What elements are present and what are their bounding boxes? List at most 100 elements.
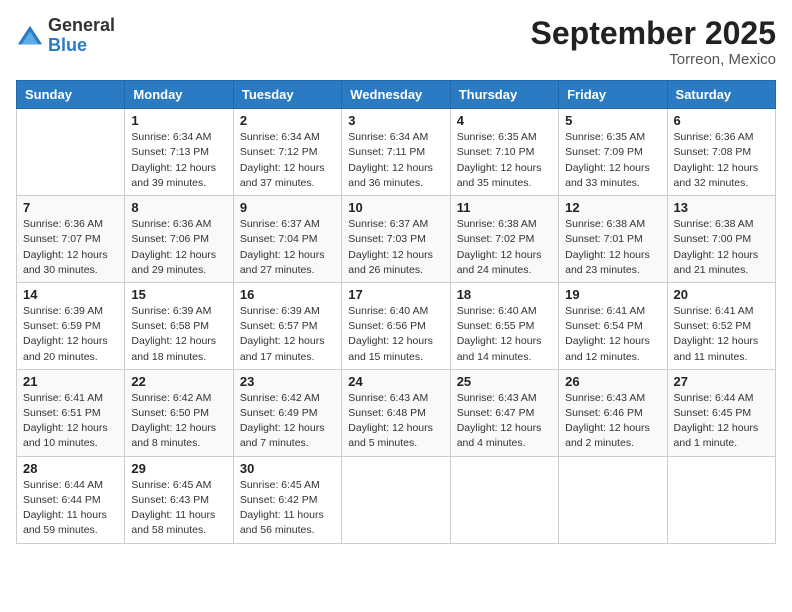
day-info: Sunrise: 6:43 AMSunset: 6:47 PMDaylight:… [457,391,552,452]
weekday-header-friday: Friday [559,81,667,109]
day-info: Sunrise: 6:34 AMSunset: 7:11 PMDaylight:… [348,130,443,191]
logo: General Blue [16,16,115,56]
day-cell: 27 Sunrise: 6:44 AMSunset: 6:45 PMDayligh… [667,369,775,456]
day-info: Sunrise: 6:39 AMSunset: 6:59 PMDaylight:… [23,304,118,365]
day-number: 25 [457,374,552,389]
day-number: 11 [457,200,552,215]
day-number: 10 [348,200,443,215]
day-cell [342,456,450,543]
day-number: 2 [240,113,335,128]
day-number: 16 [240,287,335,302]
weekday-header-sunday: Sunday [17,81,125,109]
day-cell: 22 Sunrise: 6:42 AMSunset: 6:50 PMDayligh… [125,369,233,456]
day-cell: 12Sunrise: 6:38 AMSunset: 7:01 PMDayligh… [559,196,667,283]
page-header: General Blue September 2025 Torreon, Mex… [16,16,776,68]
day-number: 6 [674,113,769,128]
calendar-table: SundayMondayTuesdayWednesdayThursdayFrid… [16,80,776,543]
day-cell [450,456,558,543]
day-number: 17 [348,287,443,302]
day-number: 22 [131,374,226,389]
day-info: Sunrise: 6:38 AMSunset: 7:01 PMDaylight:… [565,217,660,278]
day-cell: 6 Sunrise: 6:36 AMSunset: 7:08 PMDaylight… [667,109,775,196]
day-info: Sunrise: 6:42 AMSunset: 6:50 PMDaylight:… [131,391,226,452]
day-info: Sunrise: 6:37 AMSunset: 7:04 PMDaylight:… [240,217,335,278]
day-number: 3 [348,113,443,128]
day-info: Sunrise: 6:34 AMSunset: 7:12 PMDaylight:… [240,130,335,191]
day-info: Sunrise: 6:42 AMSunset: 6:49 PMDaylight:… [240,391,335,452]
day-info: Sunrise: 6:43 AMSunset: 6:48 PMDaylight:… [348,391,443,452]
day-info: Sunrise: 6:36 AMSunset: 7:08 PMDaylight:… [674,130,769,191]
day-info: Sunrise: 6:35 AMSunset: 7:09 PMDaylight:… [565,130,660,191]
day-number: 26 [565,374,660,389]
week-row-3: 14 Sunrise: 6:39 AMSunset: 6:59 PMDayligh… [17,282,776,369]
day-number: 7 [23,200,118,215]
weekday-header-saturday: Saturday [667,81,775,109]
day-info: Sunrise: 6:36 AMSunset: 7:06 PMDaylight:… [131,217,226,278]
day-number: 1 [131,113,226,128]
day-number: 29 [131,461,226,476]
day-number: 28 [23,461,118,476]
day-cell: 2 Sunrise: 6:34 AMSunset: 7:12 PMDaylight… [233,109,341,196]
day-cell [559,456,667,543]
day-info: Sunrise: 6:38 AMSunset: 7:02 PMDaylight:… [457,217,552,278]
day-info: Sunrise: 6:39 AMSunset: 6:58 PMDaylight:… [131,304,226,365]
logo-text: General Blue [48,16,115,56]
day-info: Sunrise: 6:41 AMSunset: 6:54 PMDaylight:… [565,304,660,365]
weekday-header-wednesday: Wednesday [342,81,450,109]
day-number: 27 [674,374,769,389]
day-cell: 13 Sunrise: 6:38 AMSunset: 7:00 PMDayligh… [667,196,775,283]
day-cell: 7 Sunrise: 6:36 AMSunset: 7:07 PMDaylight… [17,196,125,283]
day-cell: 9 Sunrise: 6:37 AMSunset: 7:04 PMDaylight… [233,196,341,283]
day-cell: 1 Sunrise: 6:34 AMSunset: 7:13 PMDaylight… [125,109,233,196]
day-cell: 11 Sunrise: 6:38 AMSunset: 7:02 PMDayligh… [450,196,558,283]
day-cell: 17 Sunrise: 6:40 AMSunset: 6:56 PMDayligh… [342,282,450,369]
day-info: Sunrise: 6:34 AMSunset: 7:13 PMDaylight:… [131,130,226,191]
day-cell: 24Sunrise: 6:43 AMSunset: 6:48 PMDayligh… [342,369,450,456]
logo-blue: Blue [48,36,115,56]
day-number: 4 [457,113,552,128]
day-cell: 5Sunrise: 6:35 AMSunset: 7:09 PMDaylight… [559,109,667,196]
day-info: Sunrise: 6:41 AMSunset: 6:51 PMDaylight:… [23,391,118,452]
day-number: 14 [23,287,118,302]
logo-general: General [48,16,115,36]
day-cell: 18 Sunrise: 6:40 AMSunset: 6:55 PMDayligh… [450,282,558,369]
day-info: Sunrise: 6:45 AMSunset: 6:43 PMDaylight:… [131,478,226,539]
day-number: 20 [674,287,769,302]
day-number: 13 [674,200,769,215]
day-info: Sunrise: 6:44 AMSunset: 6:44 PMDaylight:… [23,478,118,539]
day-cell: 19 Sunrise: 6:41 AMSunset: 6:54 PMDayligh… [559,282,667,369]
day-cell: 14 Sunrise: 6:39 AMSunset: 6:59 PMDayligh… [17,282,125,369]
day-cell: 30Sunrise: 6:45 AMSunset: 6:42 PMDayligh… [233,456,341,543]
day-info: Sunrise: 6:40 AMSunset: 6:56 PMDaylight:… [348,304,443,365]
day-cell: 26Sunrise: 6:43 AMSunset: 6:46 PMDayligh… [559,369,667,456]
day-number: 19 [565,287,660,302]
day-cell: 20 Sunrise: 6:41 AMSunset: 6:52 PMDayligh… [667,282,775,369]
day-cell: 16 Sunrise: 6:39 AMSunset: 6:57 PMDayligh… [233,282,341,369]
day-info: Sunrise: 6:36 AMSunset: 7:07 PMDaylight:… [23,217,118,278]
day-info: Sunrise: 6:41 AMSunset: 6:52 PMDaylight:… [674,304,769,365]
day-info: Sunrise: 6:44 AMSunset: 6:45 PMDaylight:… [674,391,769,452]
month-title: September 2025 [531,16,776,51]
day-cell: 29 Sunrise: 6:45 AMSunset: 6:43 PMDayligh… [125,456,233,543]
day-cell: 8Sunrise: 6:36 AMSunset: 7:06 PMDaylight… [125,196,233,283]
day-info: Sunrise: 6:39 AMSunset: 6:57 PMDaylight:… [240,304,335,365]
title-block: September 2025 Torreon, Mexico [531,16,776,68]
day-number: 15 [131,287,226,302]
day-info: Sunrise: 6:38 AMSunset: 7:00 PMDaylight:… [674,217,769,278]
day-cell: 4 Sunrise: 6:35 AMSunset: 7:10 PMDaylight… [450,109,558,196]
weekday-header-thursday: Thursday [450,81,558,109]
day-info: Sunrise: 6:40 AMSunset: 6:55 PMDaylight:… [457,304,552,365]
week-row-1: 1 Sunrise: 6:34 AMSunset: 7:13 PMDaylight… [17,109,776,196]
day-info: Sunrise: 6:35 AMSunset: 7:10 PMDaylight:… [457,130,552,191]
day-cell: 25 Sunrise: 6:43 AMSunset: 6:47 PMDayligh… [450,369,558,456]
day-cell: 10Sunrise: 6:37 AMSunset: 7:03 PMDayligh… [342,196,450,283]
day-cell: 23 Sunrise: 6:42 AMSunset: 6:49 PMDayligh… [233,369,341,456]
day-number: 18 [457,287,552,302]
weekday-header-row: SundayMondayTuesdayWednesdayThursdayFrid… [17,81,776,109]
day-cell: 21Sunrise: 6:41 AMSunset: 6:51 PMDayligh… [17,369,125,456]
day-cell [667,456,775,543]
day-cell [17,109,125,196]
day-number: 23 [240,374,335,389]
day-number: 9 [240,200,335,215]
day-info: Sunrise: 6:45 AMSunset: 6:42 PMDaylight:… [240,478,335,539]
